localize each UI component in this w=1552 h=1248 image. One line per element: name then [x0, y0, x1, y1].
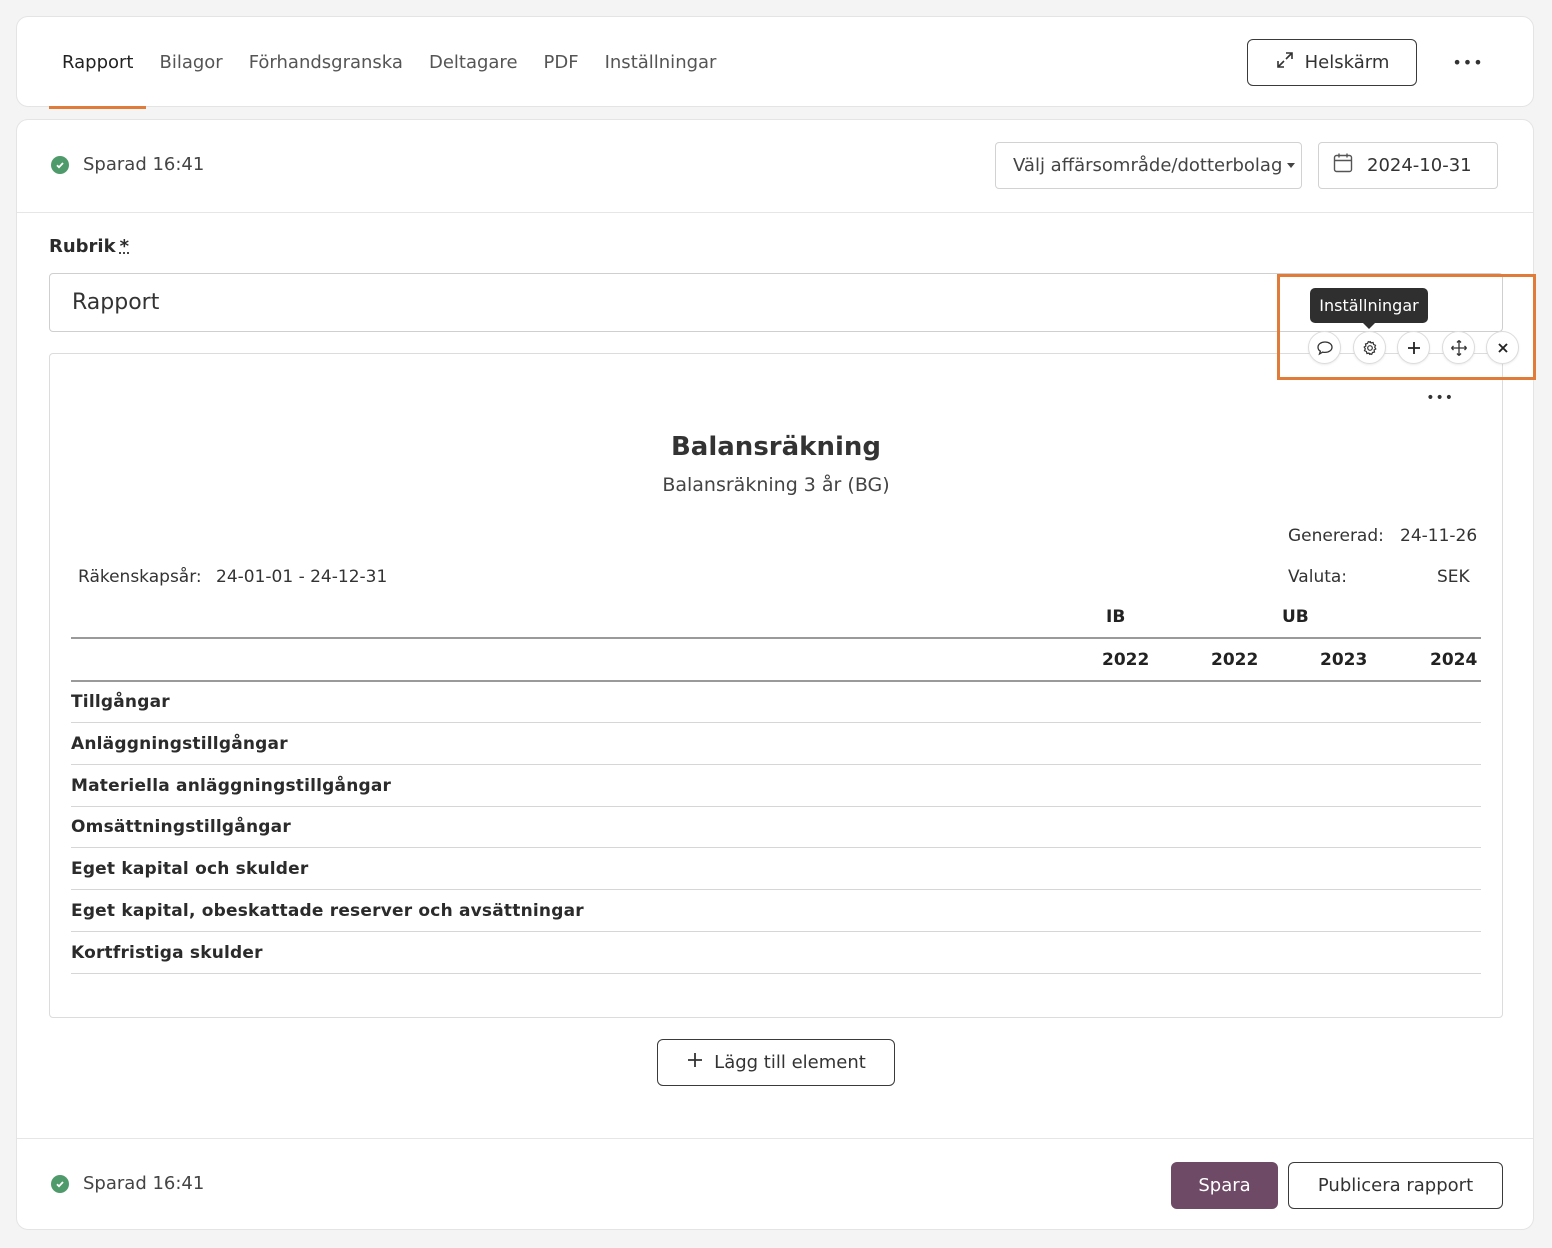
table-row: Tillgångar [71, 681, 1481, 723]
tab-bilagor[interactable]: Bilagor [146, 17, 235, 108]
column-year: 2023 [1320, 650, 1368, 670]
date-picker[interactable]: 2024-10-31 [1318, 142, 1498, 189]
required-mark: * [119, 236, 129, 257]
column-group-ib: IB [1106, 607, 1126, 627]
plus-icon [686, 1051, 704, 1074]
report-editor: Sparad 16:41 Välj affärsområde/dotterbol… [16, 119, 1534, 1230]
generated-value: 24-11-26 [1400, 526, 1478, 546]
save-status-text: Sparad 16:41 [83, 1173, 205, 1194]
report-title: Balansräkning [670, 432, 881, 462]
fiscal-year-value: 24-01-01 - 24-12-31 [216, 567, 388, 587]
column-year: 2022 [1211, 650, 1259, 670]
rubrik-input[interactable]: Rapport [49, 273, 1503, 332]
table-header-line [71, 637, 1481, 639]
rubrik-label-text: Rubrik [49, 236, 116, 257]
fiscal-year-label: Räkenskapsår: [78, 567, 202, 587]
generated-label: Genererad: [1288, 526, 1384, 546]
currency-label: Valuta: [1288, 567, 1348, 587]
check-circle-icon [51, 155, 69, 174]
column-year: 2024 [1430, 650, 1478, 670]
check-circle-icon [51, 1174, 69, 1193]
business-area-placeholder: Välj affärsområde/dotterbolag [1013, 155, 1283, 176]
save-button[interactable]: Spara [1171, 1162, 1278, 1209]
close-icon[interactable] [1486, 331, 1519, 364]
more-options-icon[interactable]: ••• [1452, 49, 1482, 75]
tab-installningar[interactable]: Inställningar [592, 17, 730, 108]
tab-bar: Rapport Bilagor Förhandsgranska Deltagar… [49, 17, 730, 109]
currency-value: SEK [1437, 567, 1470, 587]
settings-tooltip: Inställningar [1310, 288, 1428, 329]
footer-divider [17, 1138, 1533, 1139]
tab-pdf[interactable]: PDF [531, 17, 592, 108]
add-element-button[interactable]: Lägg till element [657, 1039, 895, 1086]
table-row: Kortfristiga skulder [71, 932, 1481, 974]
date-value: 2024-10-31 [1367, 155, 1472, 176]
expand-icon [1275, 50, 1295, 75]
save-status-text: Sparad 16:41 [83, 154, 205, 175]
comment-icon[interactable] [1308, 331, 1341, 364]
tab-deltagare[interactable]: Deltagare [416, 17, 531, 108]
move-icon[interactable] [1442, 331, 1475, 364]
tab-rapport[interactable]: Rapport [49, 17, 147, 109]
gear-icon[interactable] [1353, 331, 1386, 364]
add-element-label: Lägg till element [714, 1052, 866, 1073]
table-row: Eget kapital och skulder [71, 848, 1481, 890]
fullscreen-button[interactable]: Helskärm [1247, 39, 1417, 86]
column-group-ub: UB [1282, 607, 1309, 627]
column-year: 2022 [1102, 650, 1150, 670]
fullscreen-label: Helskärm [1304, 52, 1390, 73]
table-row: Anläggningstillgångar [71, 723, 1481, 765]
top-navigation: Rapport Bilagor Förhandsgranska Deltagar… [16, 16, 1534, 109]
table-row: Omsättningstillgångar [71, 806, 1481, 848]
calendar-icon [1333, 152, 1353, 179]
report-subtitle: Balansräkning 3 år (BG) [662, 474, 890, 496]
tab-forhandsgranska[interactable]: Förhandsgranska [236, 17, 416, 108]
report-block[interactable]: ••• Balansräkning Balansräkning 3 år (BG… [49, 353, 1503, 1018]
save-status: Sparad 16:41 [51, 154, 204, 175]
plus-icon[interactable] [1397, 331, 1430, 364]
rubrik-label: Rubrik * [49, 236, 129, 257]
business-area-select[interactable]: Välj affärsområde/dotterbolag [995, 142, 1302, 189]
table-row: Eget kapital, obeskattade reserver och a… [71, 890, 1481, 932]
save-status-footer: Sparad 16:41 [51, 1173, 204, 1194]
table-row: Materiella anläggningstillgångar [71, 765, 1481, 807]
publish-report-button[interactable]: Publicera rapport [1288, 1162, 1503, 1209]
block-more-icon[interactable]: ••• [1426, 390, 1454, 406]
header-divider [17, 212, 1533, 213]
caret-down-icon [1287, 163, 1295, 168]
